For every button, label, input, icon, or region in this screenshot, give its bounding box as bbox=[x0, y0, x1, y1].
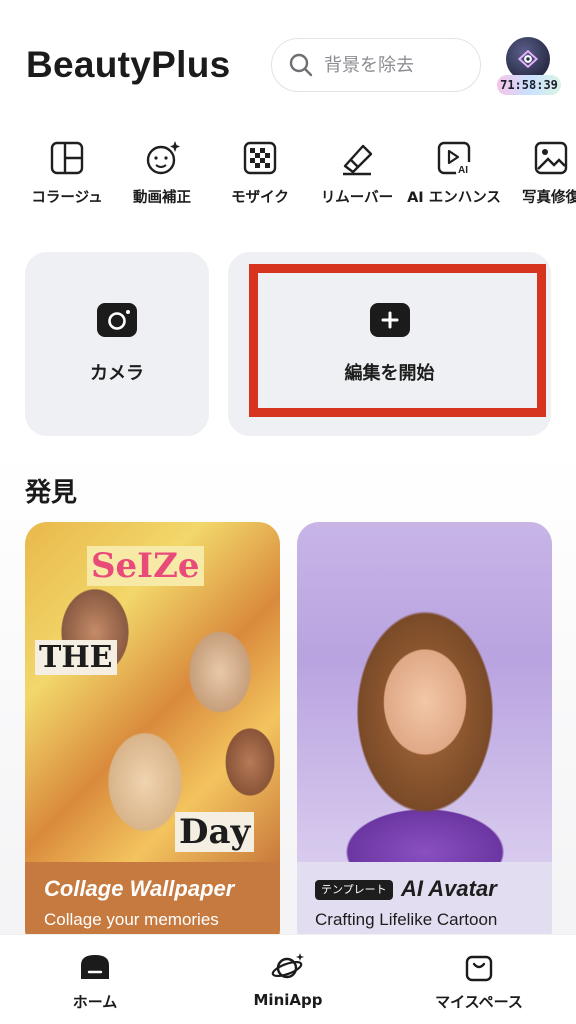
nav-miniapp[interactable]: MiniApp bbox=[218, 951, 358, 1009]
tool-remover[interactable]: リムーバー bbox=[309, 130, 405, 208]
bottom-nav: ホーム MiniApp マイスペース bbox=[0, 934, 576, 1024]
nav-label: ホーム bbox=[72, 993, 118, 1011]
search-input[interactable] bbox=[324, 54, 464, 76]
tool-ai-enhance[interactable]: AI AI エンハンス bbox=[406, 130, 502, 208]
nav-label: マイスペース bbox=[435, 993, 523, 1011]
collage-icon bbox=[50, 141, 84, 175]
collage-wallpaper-image: SeIZe THE Day bbox=[25, 522, 280, 862]
home-icon bbox=[81, 955, 109, 979]
camera-label: カメラ bbox=[90, 363, 144, 384]
card-subtitle: Crafting Lifelike Cartoon bbox=[315, 910, 498, 929]
mosaic-icon bbox=[243, 141, 277, 175]
app-title: BeautyPlus bbox=[26, 44, 231, 85]
plus-icon bbox=[369, 303, 410, 337]
face-sparkle-icon bbox=[146, 141, 180, 175]
nav-home[interactable]: ホーム bbox=[25, 951, 165, 1012]
card-title: Collage Wallpaper bbox=[44, 876, 235, 901]
card-title: AI Avatar bbox=[401, 876, 497, 901]
start-edit-label: 編集を開始 bbox=[344, 363, 435, 384]
camera-button[interactable]: カメラ bbox=[25, 252, 209, 436]
tool-collage[interactable]: コラージュ bbox=[19, 130, 115, 208]
vip-timer: 71:58:39 bbox=[497, 75, 561, 95]
collage-word: SeIZe bbox=[87, 546, 204, 586]
tool-label: 写真修復 bbox=[522, 190, 576, 206]
header: BeautyPlus 71:58:39 bbox=[0, 0, 576, 120]
tool-mosaic[interactable]: モザイク bbox=[212, 130, 308, 208]
planet-icon bbox=[271, 953, 304, 979]
feed-card-collage-wallpaper[interactable]: SeIZe THE Day Collage Wallpaper Collage … bbox=[25, 522, 280, 952]
tool-label: AI エンハンス bbox=[407, 190, 501, 206]
discover-title: 発見 bbox=[25, 478, 78, 508]
tools-row: コラージュ 動画補正 モザイク リムーバー AI AI エンハンス 写真修復 bbox=[0, 130, 576, 240]
tool-label: 動画補正 bbox=[133, 190, 191, 206]
tool-video-retouch[interactable]: 動画補正 bbox=[114, 130, 210, 208]
bag-icon bbox=[465, 955, 493, 982]
camera-icon bbox=[97, 303, 137, 337]
card-subtitle: Collage your memories bbox=[44, 910, 219, 929]
template-tag: テンプレート bbox=[315, 880, 393, 900]
vip-badge[interactable]: 71:58:39 bbox=[497, 37, 561, 95]
tool-label: コラージュ bbox=[31, 190, 103, 206]
ai-avatar-image bbox=[297, 522, 552, 862]
collage-word: THE bbox=[35, 640, 117, 675]
feed-card-ai-avatar[interactable]: テンプレート AI Avatar Crafting Lifelike Carto… bbox=[297, 522, 552, 952]
ai-enhance-icon: AI bbox=[437, 141, 472, 176]
tool-label: リムーバー bbox=[320, 190, 394, 206]
search-bar[interactable] bbox=[271, 38, 481, 92]
svg-text:AI: AI bbox=[458, 165, 468, 176]
search-icon bbox=[289, 53, 313, 77]
tool-photo-restore[interactable]: 写真修復 bbox=[503, 130, 576, 208]
tool-label: モザイク bbox=[231, 190, 289, 206]
photo-restore-icon bbox=[534, 141, 568, 175]
start-edit-button[interactable]: 編集を開始 bbox=[228, 252, 551, 436]
collage-word: Day bbox=[175, 812, 255, 852]
nav-myspace[interactable]: マイスペース bbox=[409, 951, 549, 1012]
eraser-icon bbox=[343, 144, 373, 176]
nav-label: MiniApp bbox=[253, 991, 323, 1009]
